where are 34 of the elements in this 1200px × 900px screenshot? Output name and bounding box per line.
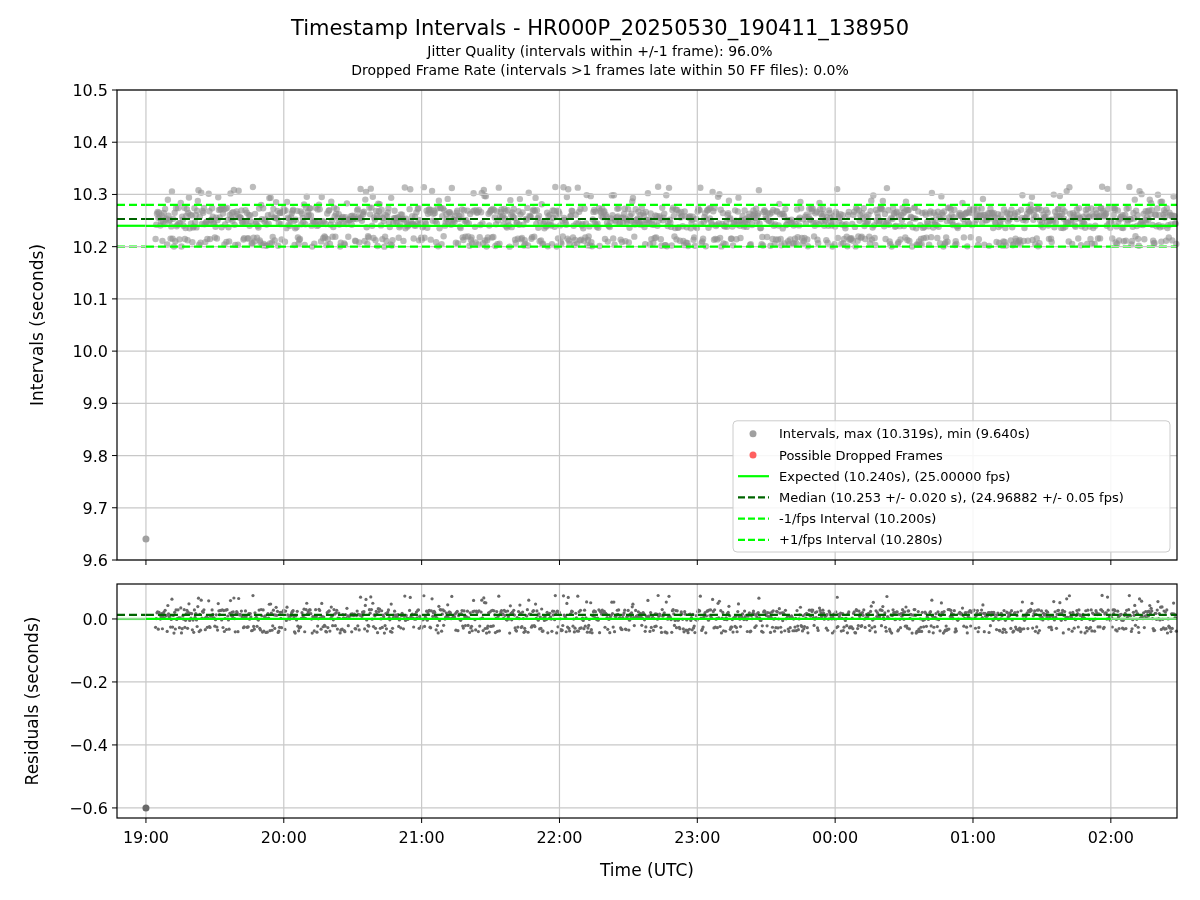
axis-tick-label: 00:00 <box>812 828 859 847</box>
axis-tick-label: 22:00 <box>536 828 583 847</box>
axis-tick-label: 10.5 <box>72 81 108 100</box>
axis-label: Residuals (seconds) <box>22 616 42 786</box>
legend-label: -1/fps Interval (10.200s) <box>779 511 937 527</box>
axis-tick-label: 20:00 <box>260 828 307 847</box>
legend-label: Intervals, max (10.319s), min (9.640s) <box>779 426 1030 442</box>
axis-label: Time (UTC) <box>600 860 694 880</box>
legend-label: Possible Dropped Frames <box>779 447 943 463</box>
axis-tick-label: 02:00 <box>1087 828 1134 847</box>
axis-label: Intervals (seconds) <box>27 243 47 407</box>
axis-tick-label: 9.9 <box>82 394 108 414</box>
axis-tick-label: 9.6 <box>82 551 108 568</box>
legend-label: Expected (10.240s), (25.00000 fps) <box>779 468 1011 484</box>
axis-tick-label: −0.4 <box>69 735 108 755</box>
axis-tick-label: 10.1 <box>72 289 108 309</box>
axis-tick-label: 9.7 <box>82 498 108 518</box>
legend-label: +1/fps Interval (10.280s) <box>779 532 943 548</box>
axis-tick-label: 10.0 <box>72 342 108 362</box>
axis-tick-label: 21:00 <box>398 828 445 847</box>
axis-tick-label: 23:00 <box>674 828 721 847</box>
axis-tick-label: 01:00 <box>949 828 997 847</box>
legend-label: Median (10.253 +/- 0.020 s), (24.96882 +/- 0.05 fps) <box>779 489 1124 505</box>
axis-tick-label: 19:00 <box>122 828 169 847</box>
axis-tick-label: 10.2 <box>72 237 108 257</box>
chart-title: Timestamp Intervals - HR000P_20250530_190411_138950 <box>290 15 909 42</box>
chart-subtitle: Jitter Quality (intervals within +/-1 frame): 96.0% <box>427 42 773 61</box>
axis-tick-label: −0.2 <box>69 672 108 692</box>
chart-subtitle: Dropped Frame Rate (intervals >1 frames late within 50 FF files): 0.0% <box>351 61 849 80</box>
axis-tick-label: −0.6 <box>69 798 108 818</box>
axis-tick-label: 10.4 <box>72 133 108 153</box>
axis-tick-label: 0.0 <box>82 609 108 629</box>
axis-tick-label: 9.8 <box>82 446 108 466</box>
axis-tick-label: 10.3 <box>72 185 108 205</box>
